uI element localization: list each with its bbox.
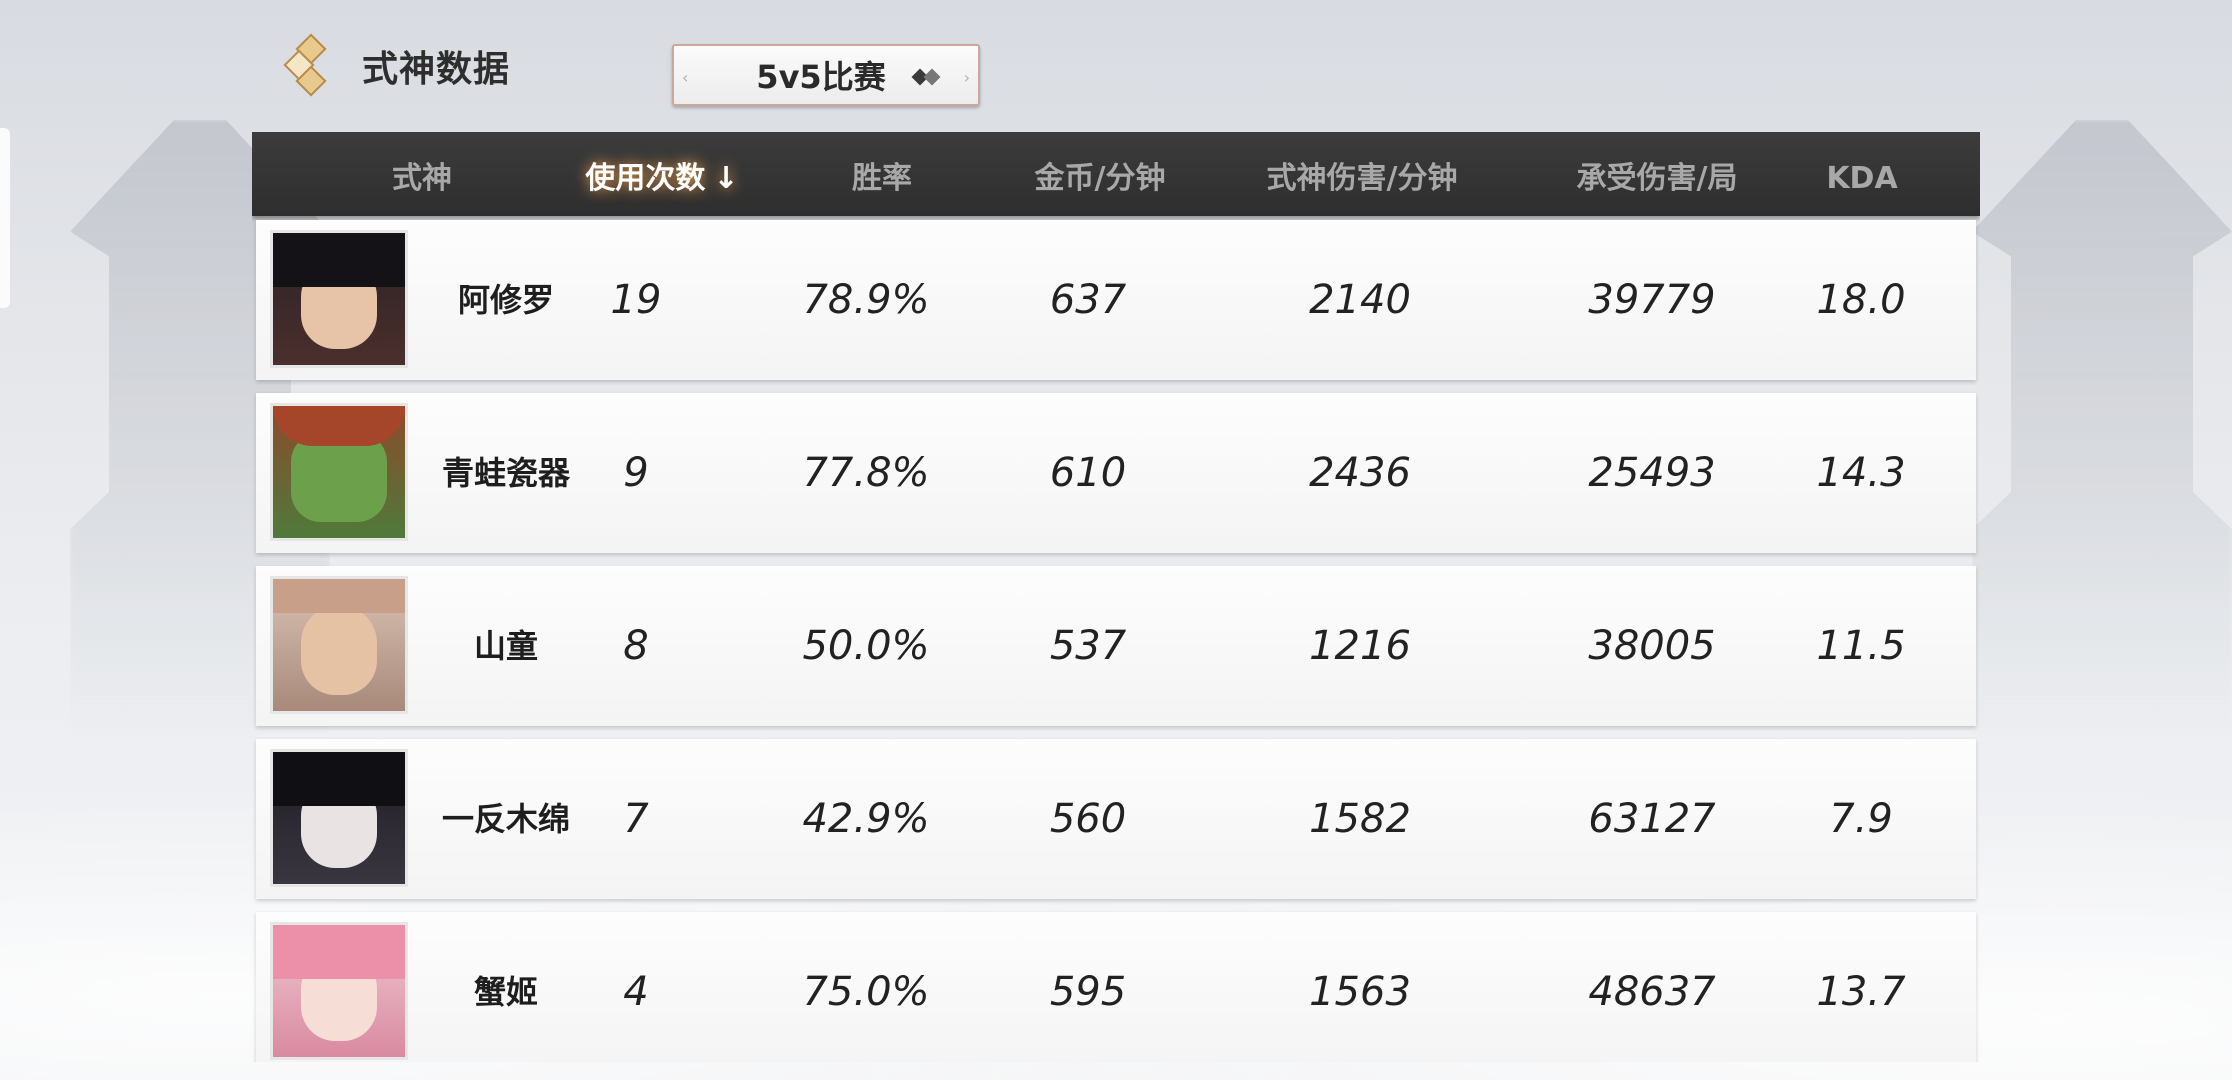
header-damage-per-min[interactable]: 式神伤害/分钟	[1212, 132, 1512, 216]
gold-per-min-value: 637	[1049, 277, 1127, 323]
uses-value: 8	[623, 623, 649, 669]
background-temple-right	[1972, 120, 2232, 740]
header-win-rate[interactable]: 胜率	[772, 132, 992, 216]
side-drawer-handle[interactable]	[0, 128, 10, 308]
damage-per-min-value: 2140	[1309, 277, 1411, 323]
gold-per-min-value: 610	[1049, 450, 1127, 496]
header-uses[interactable]: 使用次数 ↓	[552, 132, 772, 216]
win-rate-value: 78.9%	[802, 277, 930, 323]
gold-per-min-value: 537	[1049, 623, 1127, 669]
shikigami-avatar	[270, 576, 408, 714]
damage-taken-value: 25493	[1588, 450, 1716, 496]
damage-per-min-value: 1563	[1309, 969, 1411, 1015]
page-title: 式神数据	[362, 49, 511, 90]
table-header: 式神 使用次数 ↓ 胜率 金币/分钟 式神伤害/分钟 承受伤害/局 KDA	[252, 132, 1980, 216]
mode-dropdown-label: 5v5比赛	[756, 58, 886, 96]
page-header: 式神数据	[283, 30, 511, 102]
uses-value: 4	[623, 969, 649, 1015]
uses-value: 9	[623, 450, 649, 496]
diamond-emblem-icon	[283, 33, 340, 98]
win-rate-value: 75.0%	[802, 969, 930, 1015]
header-kda[interactable]: KDA	[1772, 132, 1952, 216]
header-gold-per-min[interactable]: 金币/分钟	[980, 132, 1220, 216]
damage-taken-value: 39779	[1588, 277, 1716, 323]
shikigami-avatar	[270, 922, 408, 1060]
gold-per-min-value: 595	[1049, 969, 1127, 1015]
shikigami-stats-table: 式神 使用次数 ↓ 胜率 金币/分钟 式神伤害/分钟 承受伤害/局 KDA 阿修罗…	[252, 132, 1980, 1062]
notch-right-icon: ›	[963, 68, 970, 87]
kda-value: 11.5	[1816, 623, 1906, 669]
kda-value: 18.0	[1816, 277, 1906, 323]
shikigami-avatar	[270, 230, 408, 368]
mode-dropdown[interactable]: ‹ 5v5比赛 ›	[672, 44, 980, 106]
shikigami-avatar	[270, 749, 408, 887]
header-shikigami[interactable]: 式神	[312, 132, 532, 216]
uses-value: 7	[623, 796, 649, 842]
table-row[interactable]: 蟹姬 4 75.0% 595 1563 48637 13.7	[256, 912, 1976, 1062]
table-row[interactable]: 一反木绵 7 42.9% 560 1582 63127 7.9	[256, 739, 1976, 899]
kda-value: 7.9	[1829, 796, 1893, 842]
damage-taken-value: 38005	[1588, 623, 1716, 669]
table-row[interactable]: 山童 8 50.0% 537 1216 38005 11.5	[256, 566, 1976, 726]
notch-left-icon: ‹	[682, 68, 689, 87]
kda-value: 13.7	[1816, 969, 1906, 1015]
gold-per-min-value: 560	[1049, 796, 1127, 842]
damage-taken-value: 48637	[1588, 969, 1716, 1015]
table-row[interactable]: 青蛙瓷器 9 77.8% 610 2436 25493 14.3	[256, 393, 1976, 553]
win-rate-value: 42.9%	[802, 796, 930, 842]
win-rate-value: 50.0%	[802, 623, 930, 669]
damage-per-min-value: 2436	[1309, 450, 1411, 496]
shikigami-avatar	[270, 403, 408, 541]
damage-per-min-value: 1216	[1309, 623, 1411, 669]
sort-down-arrow-icon: ↓	[713, 161, 739, 196]
win-rate-value: 77.8%	[802, 450, 930, 496]
damage-per-min-value: 1582	[1309, 796, 1411, 842]
table-row[interactable]: 阿修罗 19 78.9% 637 2140 39779 18.0	[256, 220, 1976, 380]
dropdown-diamond-icon	[911, 64, 942, 90]
header-damage-taken[interactable]: 承受伤害/局	[1517, 132, 1797, 216]
damage-taken-value: 63127	[1588, 796, 1716, 842]
uses-value: 19	[610, 277, 662, 323]
kda-value: 14.3	[1816, 450, 1906, 496]
